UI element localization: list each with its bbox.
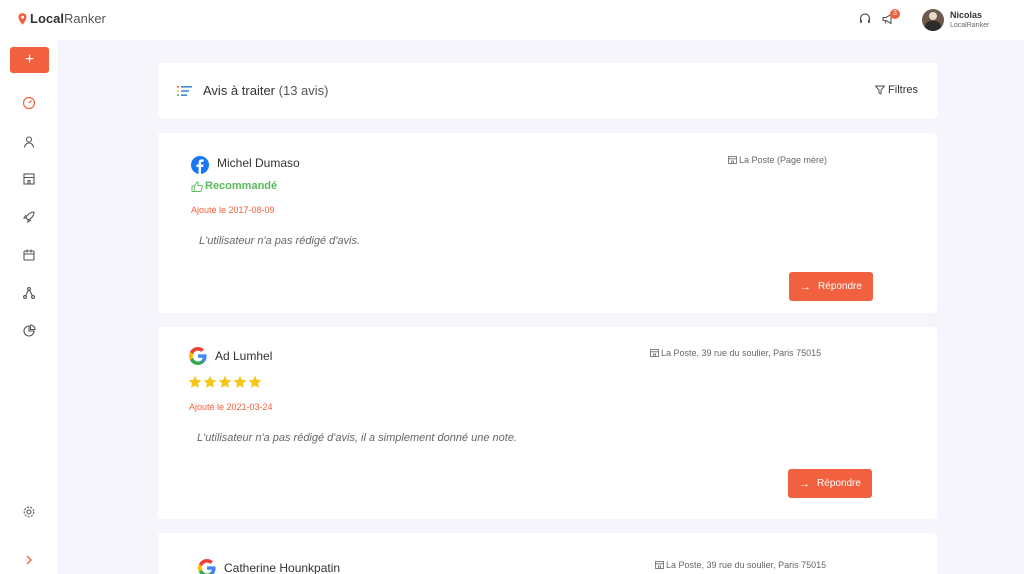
reviews-header: Avis à traiter (13 avis) Filtres bbox=[158, 63, 938, 118]
store-icon bbox=[728, 156, 737, 164]
logo-text-ranker: Ranker bbox=[63, 11, 106, 26]
page-title: Avis à traiter (13 avis) bbox=[203, 83, 329, 98]
store-icon bbox=[650, 349, 659, 357]
review-text: L'utilisateur n'a pas rédigé d'avis. bbox=[199, 235, 361, 247]
recommendation-text: Recommandé bbox=[205, 180, 278, 192]
logo-text-local: Local bbox=[30, 11, 64, 26]
review-card: Catherine Hounkpatin La Poste, 39 rue du… bbox=[158, 533, 937, 574]
reviewer-name: Michel Dumaso bbox=[217, 156, 300, 170]
store-icon bbox=[655, 561, 664, 569]
review-date: Ajouté le 2017-08-09 bbox=[191, 205, 275, 215]
user-organization: LocalRanker bbox=[950, 22, 990, 29]
star-icon bbox=[248, 375, 262, 388]
network-icon[interactable] bbox=[22, 286, 36, 300]
review-text: L'utilisateur n'a pas rédigé d'avis, il … bbox=[197, 432, 517, 444]
review-card: Michel Dumaso La Poste (Page mère) Recom… bbox=[158, 133, 937, 313]
logo[interactable]: Local Ranker bbox=[18, 11, 106, 26]
expand-sidebar-icon[interactable] bbox=[22, 553, 36, 567]
thumbs-up-icon bbox=[191, 181, 203, 192]
notification-badge: 3 bbox=[890, 9, 900, 19]
recommendation-label: Recommandé bbox=[191, 180, 277, 192]
page-title-text: Avis à traiter bbox=[203, 83, 276, 98]
reply-label: Répondre bbox=[817, 478, 861, 489]
review-location: La Poste (Page mère) bbox=[728, 155, 827, 165]
settings-icon[interactable] bbox=[22, 505, 36, 519]
arrow-right-icon: → bbox=[800, 280, 812, 293]
review-location: La Poste, 39 rue du soulier, Paris 75015 bbox=[650, 348, 821, 358]
add-button[interactable]: + bbox=[10, 47, 49, 73]
user-icon[interactable] bbox=[22, 135, 36, 149]
star-rating bbox=[188, 375, 263, 389]
location-text: La Poste, 39 rue du soulier, Paris 75015 bbox=[661, 348, 822, 358]
map-pin-icon bbox=[18, 12, 27, 25]
arrow-right-icon: → bbox=[799, 477, 811, 490]
reply-button[interactable]: → Répondre bbox=[788, 469, 872, 498]
star-icon bbox=[203, 375, 217, 388]
reply-button[interactable]: → Répondre bbox=[789, 272, 873, 301]
rocket-icon[interactable] bbox=[22, 210, 36, 224]
list-icon bbox=[177, 86, 192, 96]
store-icon[interactable] bbox=[22, 172, 36, 186]
headset-icon[interactable] bbox=[858, 12, 872, 26]
reply-label: Répondre bbox=[818, 281, 862, 292]
google-icon bbox=[198, 559, 216, 574]
star-icon bbox=[233, 375, 247, 388]
review-count: (13 avis) bbox=[278, 83, 329, 98]
review-date: Ajouté le 2021-03-24 bbox=[189, 402, 273, 412]
reviewer-name: Ad Lumhel bbox=[215, 349, 273, 363]
review-card: Ad Lumhel La Poste, 39 rue du soulier, P… bbox=[158, 327, 937, 519]
filters-button[interactable]: Filtres bbox=[875, 84, 918, 96]
location-text: La Poste (Page mère) bbox=[739, 155, 828, 165]
star-icon bbox=[188, 375, 202, 388]
reviewer-name: Catherine Hounkpatin bbox=[224, 561, 341, 574]
google-icon bbox=[189, 347, 207, 365]
facebook-icon bbox=[191, 156, 209, 174]
calendar-icon[interactable] bbox=[22, 248, 36, 262]
dashboard-icon[interactable] bbox=[22, 96, 36, 110]
top-bar: Local Ranker 3 Nicolas LocalRanker bbox=[0, 0, 1024, 40]
user-name[interactable]: Nicolas bbox=[950, 10, 982, 20]
filters-label: Filtres bbox=[888, 84, 918, 96]
avatar[interactable] bbox=[922, 9, 944, 31]
location-text: La Poste, 39 rue du soulier, Paris 75015 bbox=[666, 560, 827, 570]
sidebar: + bbox=[0, 40, 58, 574]
filter-icon bbox=[875, 85, 885, 95]
review-location: La Poste, 39 rue du soulier, Paris 75015 bbox=[655, 560, 826, 570]
star-icon bbox=[218, 375, 232, 388]
pie-chart-icon[interactable] bbox=[22, 324, 36, 338]
